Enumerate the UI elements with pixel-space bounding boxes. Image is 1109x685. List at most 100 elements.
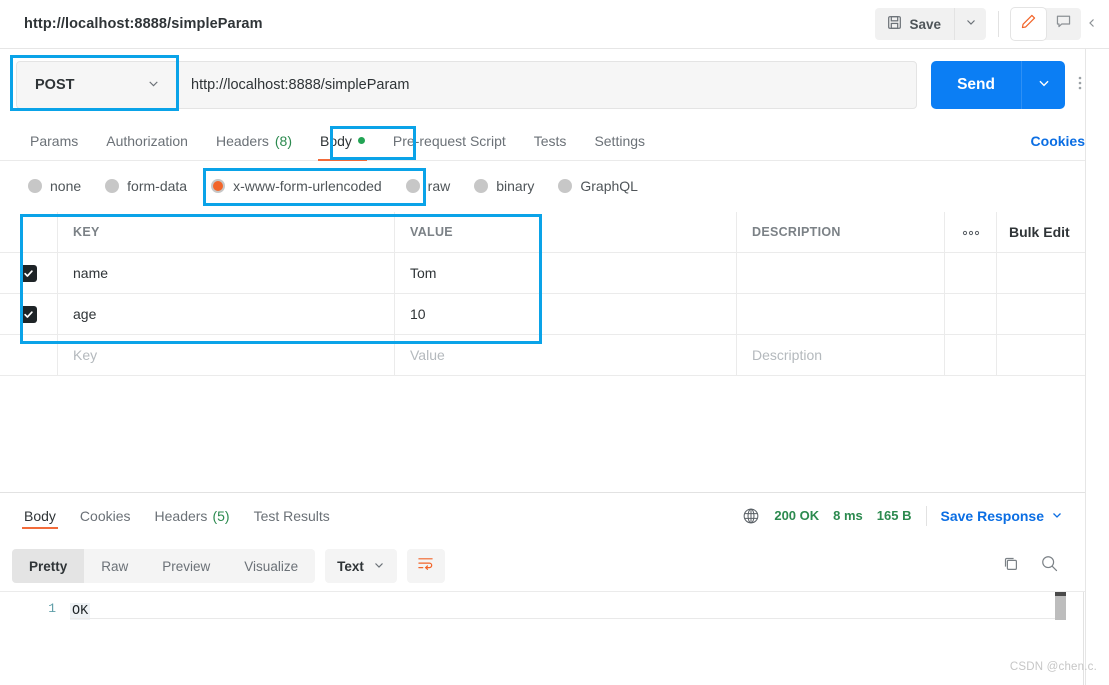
- body-type-graphql[interactable]: GraphQL: [546, 178, 650, 194]
- row-description[interactable]: [737, 294, 945, 334]
- row-checkbox-cell: [0, 294, 58, 334]
- table-options-button[interactable]: [945, 212, 997, 252]
- empty-row-description[interactable]: Description: [737, 335, 945, 375]
- floppy-disk-icon: [887, 15, 902, 33]
- response-tool-actions: [1002, 554, 1073, 578]
- response-meta: 200 OK 8 ms 165 B Save Response: [742, 505, 1073, 526]
- row-checkbox-cell: [0, 253, 58, 293]
- radio-icon: [405, 179, 420, 193]
- response-tab-headers-label: Headers: [154, 507, 208, 524]
- empty-row-value[interactable]: Value: [395, 335, 737, 375]
- checkbox-checked-icon[interactable]: [20, 305, 37, 323]
- row-key[interactable]: age: [58, 294, 395, 334]
- send-options-button[interactable]: [1021, 61, 1065, 109]
- search-icon: [1040, 554, 1059, 578]
- send-button[interactable]: Send: [931, 61, 1021, 109]
- toolbar-divider: [998, 11, 999, 37]
- row-options[interactable]: [945, 294, 997, 334]
- response-size: 165 B: [876, 508, 912, 523]
- response-view-modes: Pretty Raw Preview Visualize: [12, 549, 316, 583]
- body-type-form-data[interactable]: form-data: [93, 178, 199, 194]
- body-type-raw[interactable]: raw: [394, 178, 463, 194]
- cookies-link[interactable]: Cookies: [1031, 133, 1093, 149]
- response-format-label: Text: [337, 558, 364, 574]
- view-mode-visualize[interactable]: Visualize: [227, 549, 315, 583]
- save-options-button[interactable]: [954, 8, 986, 40]
- row-description[interactable]: [737, 253, 945, 293]
- response-body-viewer: 1 OK: [0, 591, 1085, 685]
- line-number-gutter: 1: [0, 592, 70, 685]
- header-description: DESCRIPTION: [737, 212, 945, 252]
- code-line-rule: [70, 618, 1063, 619]
- body-type-none-label: none: [50, 178, 82, 194]
- body-type-form-data-label: form-data: [127, 178, 188, 194]
- response-tabs: Body Cookies Headers (5) Test Results 20…: [0, 493, 1085, 538]
- tab-settings-label: Settings: [594, 132, 646, 149]
- save-response-button[interactable]: Save Response: [941, 508, 1064, 524]
- tab-body[interactable]: Body: [306, 121, 379, 161]
- tab-authorization[interactable]: Authorization: [92, 121, 202, 161]
- save-response-label: Save Response: [940, 507, 1045, 524]
- response-format-dropdown[interactable]: Text: [325, 549, 397, 583]
- view-mode-preview[interactable]: Preview: [145, 549, 227, 583]
- copy-button[interactable]: [1002, 555, 1020, 578]
- ellipsis-horizontal-icon: [962, 225, 980, 239]
- view-mode-pretty[interactable]: Pretty: [12, 549, 85, 583]
- tab-pre-request-script-label: Pre-request Script: [392, 132, 506, 149]
- response-time: 8 ms: [833, 508, 863, 523]
- response-tab-cookies[interactable]: Cookies: [68, 493, 143, 538]
- params-table: KEY VALUE DESCRIPTION Bulk Edit name Tom…: [0, 212, 1109, 376]
- tab-settings[interactable]: Settings: [580, 121, 659, 161]
- url-row: POST Send: [0, 49, 1109, 121]
- empty-row-checkbox-cell: [0, 335, 58, 375]
- view-mode-raw[interactable]: Raw: [84, 549, 145, 583]
- response-tab-headers[interactable]: Headers (5): [143, 493, 242, 538]
- response-body-code[interactable]: OK: [70, 592, 1085, 685]
- body-type-graphql-label: GraphQL: [580, 178, 638, 194]
- row-key[interactable]: name: [58, 253, 395, 293]
- header-key: KEY: [58, 212, 395, 252]
- tab-headers[interactable]: Headers (8): [202, 121, 306, 161]
- response-scrollbar-cap[interactable]: [1055, 592, 1066, 596]
- checkbox-checked-icon[interactable]: [20, 264, 37, 282]
- row-options[interactable]: [945, 253, 997, 293]
- pencil-icon: [1020, 13, 1037, 35]
- url-input[interactable]: [177, 62, 917, 108]
- empty-row-key[interactable]: Key: [58, 335, 395, 375]
- tab-tests[interactable]: Tests: [520, 121, 581, 161]
- save-button[interactable]: Save: [875, 8, 954, 40]
- search-button[interactable]: [1040, 554, 1059, 578]
- response-tab-test-results[interactable]: Test Results: [242, 493, 342, 538]
- body-type-x-www-form-urlencoded-label: x-www-form-urlencoded: [233, 178, 382, 194]
- bulk-edit-label: Bulk Edit: [1009, 224, 1070, 240]
- send-button-group: Send: [931, 61, 1065, 109]
- response-tab-test-results-label: Test Results: [253, 507, 330, 524]
- collapse-panel-button[interactable]: [1081, 15, 1103, 33]
- wrap-text-button[interactable]: [406, 549, 445, 583]
- comments-button[interactable]: [1046, 8, 1081, 40]
- right-rail: [1085, 49, 1109, 685]
- save-button-group: Save: [875, 8, 986, 40]
- radio-icon: [558, 179, 573, 193]
- body-type-binary-label: binary: [496, 178, 535, 194]
- edit-mode-button[interactable]: [1011, 8, 1046, 40]
- tab-headers-label: Headers: [215, 132, 269, 149]
- tab-params[interactable]: Params: [16, 121, 92, 161]
- tab-headers-count: (8): [274, 132, 292, 149]
- method-dropdown[interactable]: POST: [17, 62, 177, 108]
- response-scrollbar-thumb[interactable]: [1055, 592, 1066, 620]
- globe-icon: [742, 507, 760, 525]
- kebab-vertical-icon: [1078, 75, 1082, 96]
- empty-row-options[interactable]: [945, 335, 997, 375]
- response-tab-body[interactable]: Body: [12, 493, 68, 538]
- row-value[interactable]: Tom: [395, 253, 737, 293]
- chevron-down-icon: [373, 559, 385, 574]
- tab-pre-request-script[interactable]: Pre-request Script: [379, 121, 520, 161]
- body-type-x-www-form-urlencoded[interactable]: x-www-form-urlencoded: [199, 178, 394, 194]
- body-type-none[interactable]: none: [16, 178, 93, 194]
- body-type-binary[interactable]: binary: [462, 178, 546, 194]
- request-tabs: Params Authorization Headers (8) Body Pr…: [0, 121, 1109, 161]
- request-title: http://localhost:8888/simpleParam: [24, 16, 263, 32]
- chevron-left-icon: [1087, 15, 1097, 33]
- row-value[interactable]: 10: [395, 294, 737, 334]
